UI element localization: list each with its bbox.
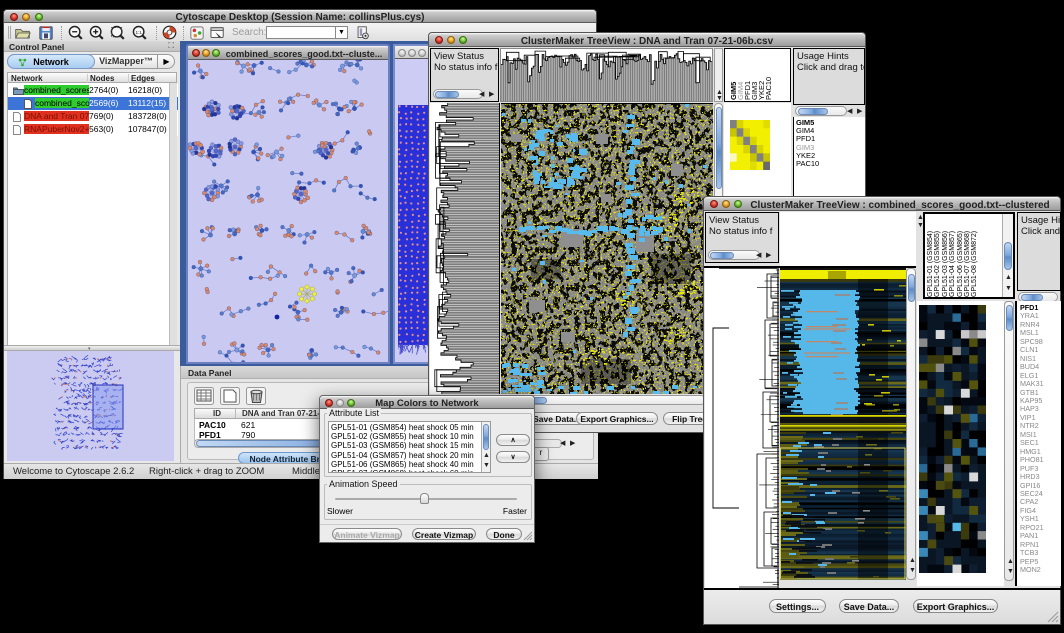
svg-text:1:1: 1:1 [135,30,142,35]
